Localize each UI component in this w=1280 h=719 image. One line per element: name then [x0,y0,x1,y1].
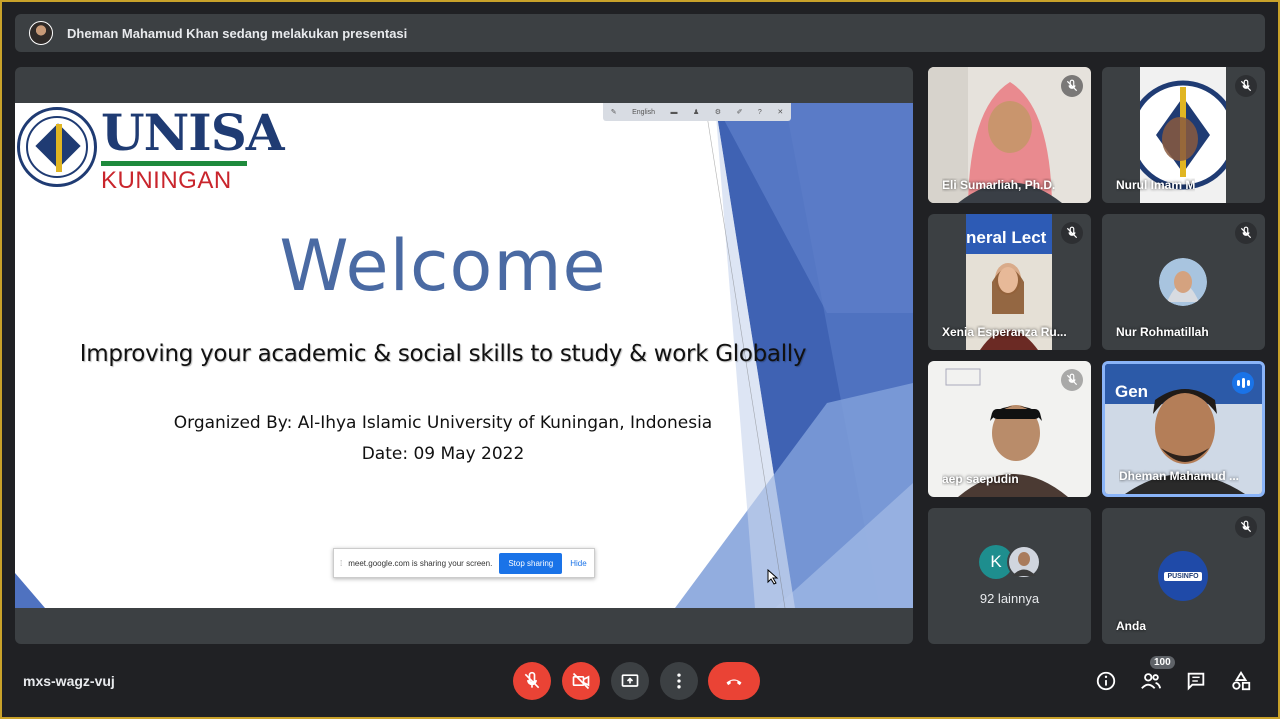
mic-off-icon [1061,222,1083,244]
participant-tile[interactable]: Eli Sumarliah, Ph.D. [928,67,1091,203]
slide-organizer: Organized By: Al-Ihya Islamic University… [173,413,713,433]
self-avatar: PUSINFO [1158,551,1208,601]
meeting-details-button[interactable] [1093,668,1119,694]
language-label[interactable]: English [632,109,655,116]
activities-icon [1232,671,1251,691]
screen-share-bar: ⁞ meet.google.com is sharing your screen… [333,548,595,578]
university-seal-icon [17,107,97,187]
chat-icon [1187,672,1205,691]
microphone-toggle-button[interactable] [513,662,551,700]
annotate-icon[interactable]: ✐ [737,108,743,116]
participant-name: Nur Rohmatillah [1116,325,1209,339]
mic-off-icon [1235,516,1257,538]
others-tile[interactable]: K 92 lainnya [928,508,1091,644]
people-button[interactable] [1138,668,1164,694]
close-icon[interactable]: ✕ [777,108,783,116]
meeting-code: mxs-wagz-vuj [23,673,115,689]
participant-name: aep saepudin [942,472,1019,486]
help-icon[interactable]: ? [758,109,762,116]
stop-sharing-button[interactable]: Stop sharing [499,552,563,574]
others-count-label: 92 lainnya [979,591,1040,606]
presentation-banner-text: Dheman Mahamud Khan sedang melakukan pre… [67,25,408,41]
participant-name: Eli Sumarliah, Ph.D. [942,178,1056,192]
participant-avatar [1007,545,1041,579]
pointer-icon[interactable]: ♟ [693,108,699,116]
slide-date: Date: 09 May 2022 [361,444,525,464]
minimize-icon[interactable]: ▬ [671,109,678,116]
chat-button[interactable] [1183,668,1209,694]
camera-toggle-button[interactable] [562,662,600,700]
slide-subtitle: Improving your academic & social skills … [79,341,807,367]
more-vert-icon [677,673,681,689]
participant-tile[interactable]: Nurul Imam M [1102,67,1265,203]
slide-toolbar[interactable]: ✎ English ▬ ♟ ⚙ ✐ ? ✕ [603,103,791,121]
presenter-avatar [29,21,53,45]
participant-name: Dheman Mahamud ... [1119,469,1240,483]
present-icon [621,674,639,687]
mouse-cursor-icon [767,569,779,585]
info-icon [1096,671,1116,691]
settings-icon[interactable]: ⚙ [715,108,721,116]
shared-slide: UNISA KUNINGAN ✎ English ▬ ♟ ⚙ ✐ ? ✕ Wel… [15,103,913,608]
participant-name: Anda [1116,619,1146,633]
logo-subtitle: KUNINGAN [101,167,232,194]
camera-off-icon [572,672,590,690]
video-overlay-text: neral Lect [966,228,1047,247]
mic-off-icon [1061,369,1083,391]
participant-avatar [1159,258,1207,306]
present-screen-button[interactable] [611,662,649,700]
people-icon [1141,673,1162,689]
more-options-button[interactable] [660,662,698,700]
presentation-banner: Dheman Mahamud Khan sedang melakukan pre… [15,14,1265,52]
participant-name: Nurul Imam M [1116,178,1196,192]
people-count-badge: 100 [1150,656,1175,669]
participant-name: Xenia Esperanza Ru... [942,325,1067,339]
logo-title: UNISA [101,103,285,162]
participant-tile[interactable]: Nur Rohmatillah [1102,214,1265,350]
hide-button[interactable]: Hide [570,559,586,568]
participant-tile[interactable]: neral Lect Xenia Esperanza Ru... [928,214,1091,350]
mic-off-icon [1235,222,1257,244]
video-overlay-text: Gen [1115,382,1149,401]
slide-title: Welcome [279,225,607,307]
self-tile[interactable]: PUSINFO Anda [1102,508,1265,644]
share-message: meet.google.com is sharing your screen. [348,558,493,568]
speaking-indicator-icon [1232,372,1254,394]
university-logo: UNISA KUNINGAN [17,103,285,195]
hang-up-icon [726,679,742,686]
activities-button[interactable] [1228,668,1254,694]
leave-call-button[interactable] [708,662,760,700]
participant-tile[interactable]: aep saepudin [928,361,1091,497]
drag-handle-icon[interactable]: ⁞ [340,559,342,568]
mic-off-icon [524,671,540,689]
pen-icon[interactable]: ✎ [611,108,617,116]
mic-off-icon [1061,75,1083,97]
mic-off-icon [1235,75,1257,97]
participant-tile-active-speaker[interactable]: Gen Dheman Mahamud ... [1102,361,1265,497]
presentation-stage[interactable]: UNISA KUNINGAN ✎ English ▬ ♟ ⚙ ✐ ? ✕ Wel… [15,67,913,644]
avatar-text: PUSINFO [1164,571,1202,581]
